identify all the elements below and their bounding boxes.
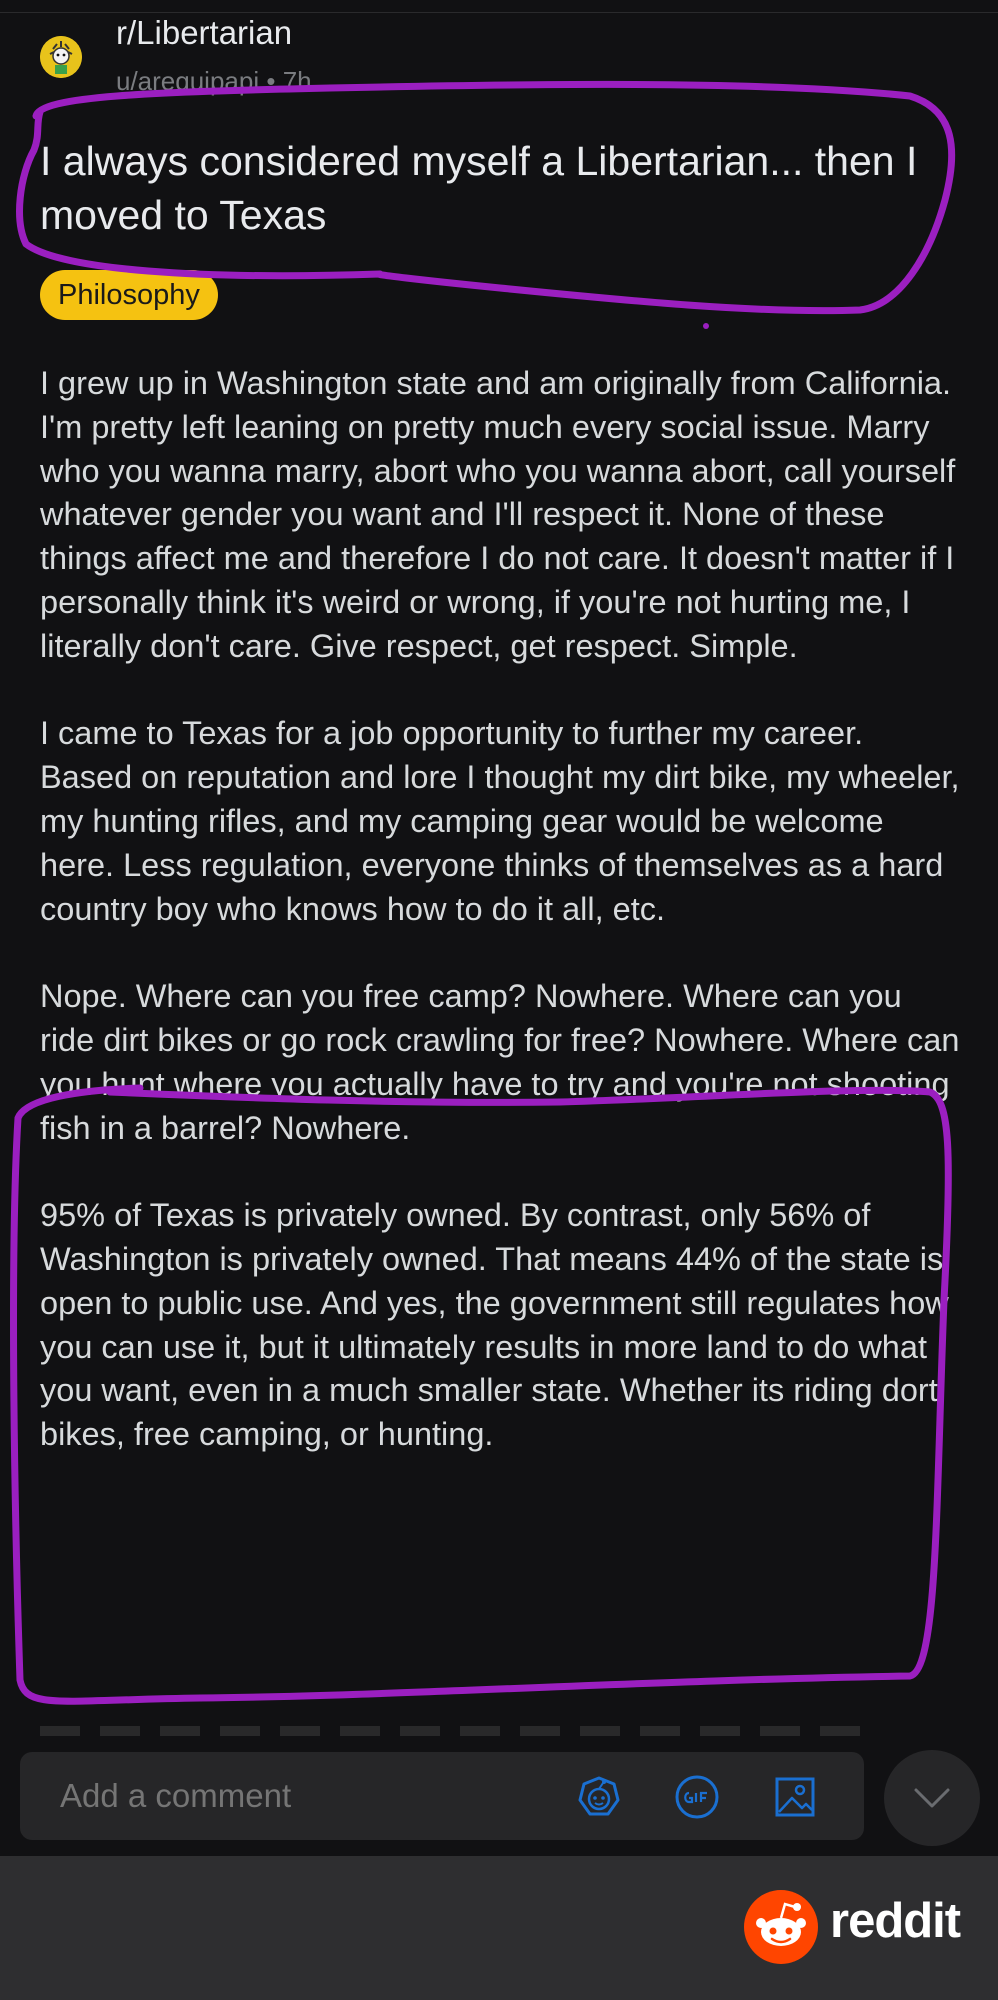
- top-divider: [0, 12, 998, 13]
- reddit-logo-icon: [744, 1890, 818, 1964]
- collapse-button[interactable]: [884, 1750, 980, 1846]
- body-paragraph: I grew up in Washington state and am ori…: [40, 365, 956, 664]
- truncated-text-line: [40, 1726, 860, 1736]
- author-name[interactable]: u/arequipapi: [116, 66, 259, 96]
- statue-icon: [40, 36, 82, 78]
- comment-composer[interactable]: [20, 1752, 864, 1840]
- post-title: I always considered myself a Libertarian…: [40, 138, 918, 238]
- image-icon[interactable]: [770, 1772, 820, 1822]
- post-age: 7h: [282, 66, 312, 96]
- meta-separator: •: [266, 66, 283, 96]
- reddit-wordmark: reddit: [830, 1894, 961, 1948]
- body-paragraph: I came to Texas for a job opportunity to…: [40, 715, 960, 927]
- annotation-dot: [703, 323, 709, 329]
- subreddit-avatar[interactable]: [40, 36, 82, 78]
- post-meta: u/arequipapi • 7h: [116, 66, 312, 97]
- chevron-down-icon: [914, 1788, 950, 1808]
- gif-icon[interactable]: [672, 1772, 722, 1822]
- body-paragraph: Nope. Where can you free camp? Nowhere. …: [40, 978, 960, 1146]
- subreddit-name[interactable]: r/Libertarian: [116, 14, 292, 52]
- post-flair[interactable]: Philosophy: [40, 270, 218, 320]
- body-paragraph: 95% of Texas is privately owned. By cont…: [40, 1197, 949, 1453]
- snoo-emoji-icon[interactable]: [574, 1772, 624, 1822]
- comment-input[interactable]: [60, 1752, 560, 1840]
- post-body: I grew up in Washington state and am ori…: [40, 362, 960, 1501]
